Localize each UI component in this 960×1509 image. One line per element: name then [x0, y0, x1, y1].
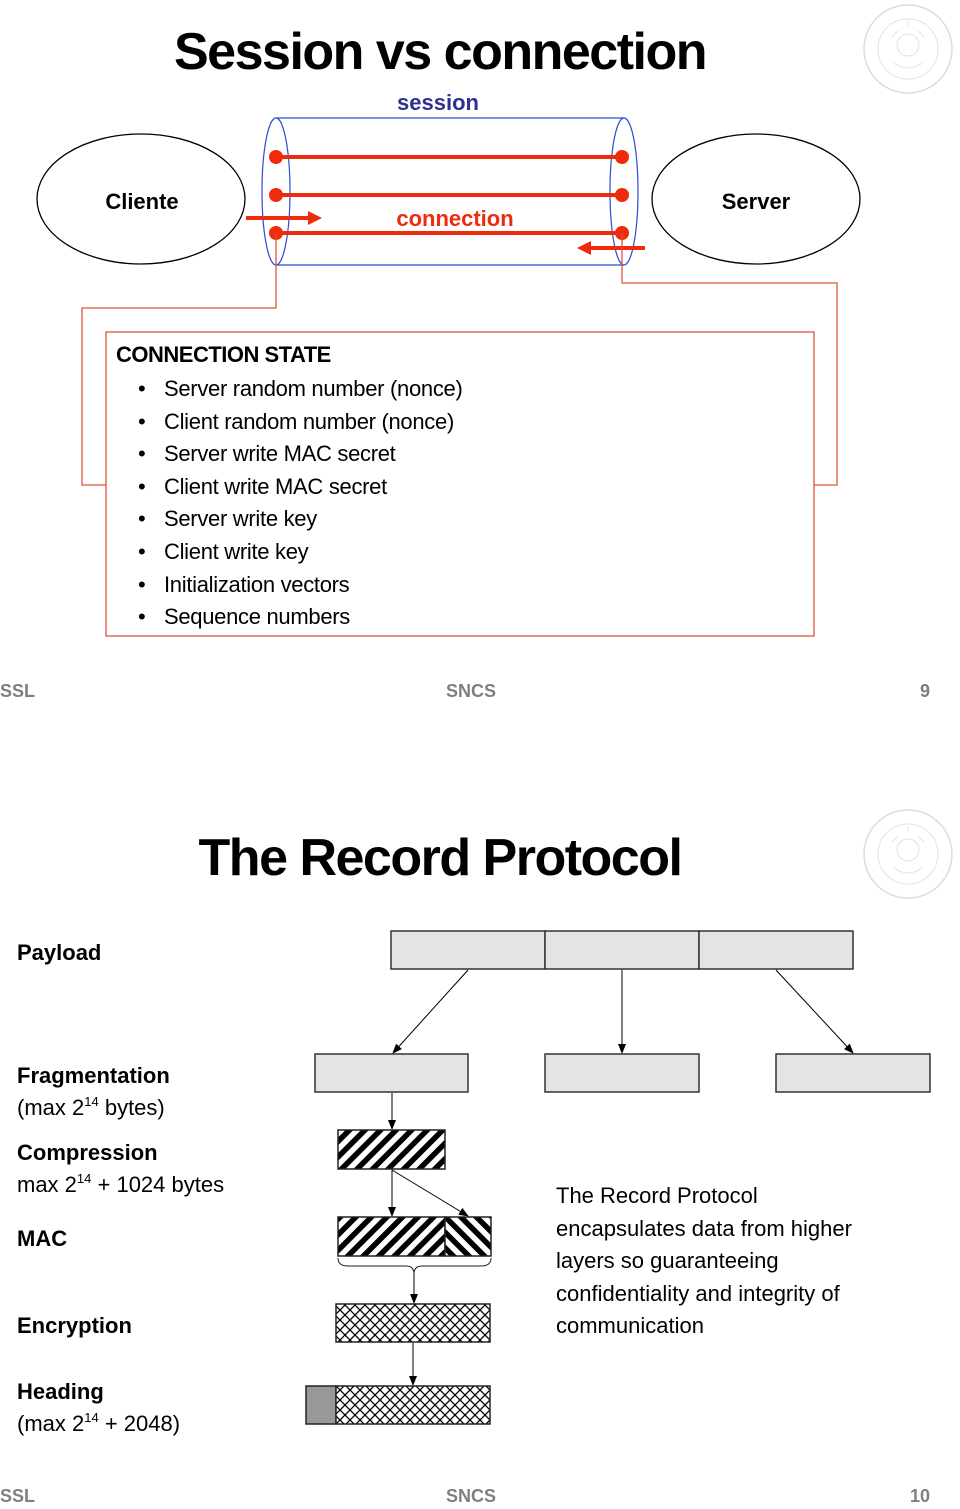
connection-state-item: • Sequence numbers: [116, 601, 463, 634]
encrypted-payload-block: [335, 1385, 491, 1425]
bullet-icon: •: [138, 408, 146, 434]
bullet-icon: •: [138, 506, 146, 532]
bullet-icon: •: [138, 571, 146, 597]
client-to-server-arrow-icon: [246, 211, 322, 225]
server-to-client-arrow-icon: [577, 241, 645, 255]
mac-arrow: [391, 1169, 469, 1217]
page-number: 9: [920, 681, 931, 701]
brace-icon: [337, 1257, 492, 1275]
encrypted-block: [335, 1303, 491, 1343]
bullet-icon: •: [138, 538, 146, 564]
footer-center: SNCS: [446, 1486, 497, 1506]
footer-left: SSL: [0, 1486, 36, 1506]
header-block: [305, 1385, 337, 1425]
connection-state-title: CONNECTION STATE: [116, 342, 331, 367]
connection-line: [269, 150, 629, 164]
session-label: session: [397, 90, 479, 115]
bullet-icon: •: [138, 604, 146, 630]
connection-state-item: • Server write key: [116, 503, 463, 536]
fragment-arrow: [775, 969, 854, 1054]
mac-block: [337, 1216, 492, 1257]
connection-state-item: • Initialization vectors: [116, 569, 463, 602]
fragment-block: [314, 1053, 469, 1093]
compressed-block: [337, 1129, 446, 1170]
record-protocol-diagram: [305, 930, 931, 1425]
connection-state-list: • Server random number (nonce) • Client ra…: [116, 373, 463, 634]
bullet-icon: •: [138, 376, 146, 401]
connection-state-item: • Server random number (nonce): [116, 373, 463, 406]
client-node: Cliente: [36, 133, 246, 265]
connection-state-item: • Server write MAC secret: [116, 438, 463, 471]
connection-state-item: • Client write key: [116, 536, 463, 569]
session-cylinder: [261, 117, 639, 266]
record-with-header: [305, 1385, 491, 1425]
fragment-arrow: [392, 969, 469, 1054]
footer-left: SSL: [0, 681, 36, 701]
server-node: Server: [651, 133, 861, 265]
connection-line: [269, 188, 629, 202]
bullet-icon: •: [138, 441, 146, 467]
page-number: 10: [910, 1486, 931, 1506]
connection-state-item: • Client write MAC secret: [116, 471, 463, 504]
fragment-block: [544, 1053, 700, 1093]
payload-block: [390, 930, 854, 970]
connection-state-item: • Client random number (nonce): [116, 406, 463, 439]
slide-title: The Record Protocol: [198, 829, 683, 887]
bullet-icon: •: [138, 473, 146, 499]
fragment-block: [775, 1053, 931, 1093]
connection-label: connection: [396, 206, 513, 231]
server-label: Server: [722, 189, 791, 214]
footer-center: SNCS: [446, 681, 497, 701]
university-seal-icon: [863, 809, 953, 899]
record-protocol-description: The Record Protocol encapsulates data fr…: [556, 1183, 852, 1338]
client-label: Cliente: [105, 189, 178, 214]
